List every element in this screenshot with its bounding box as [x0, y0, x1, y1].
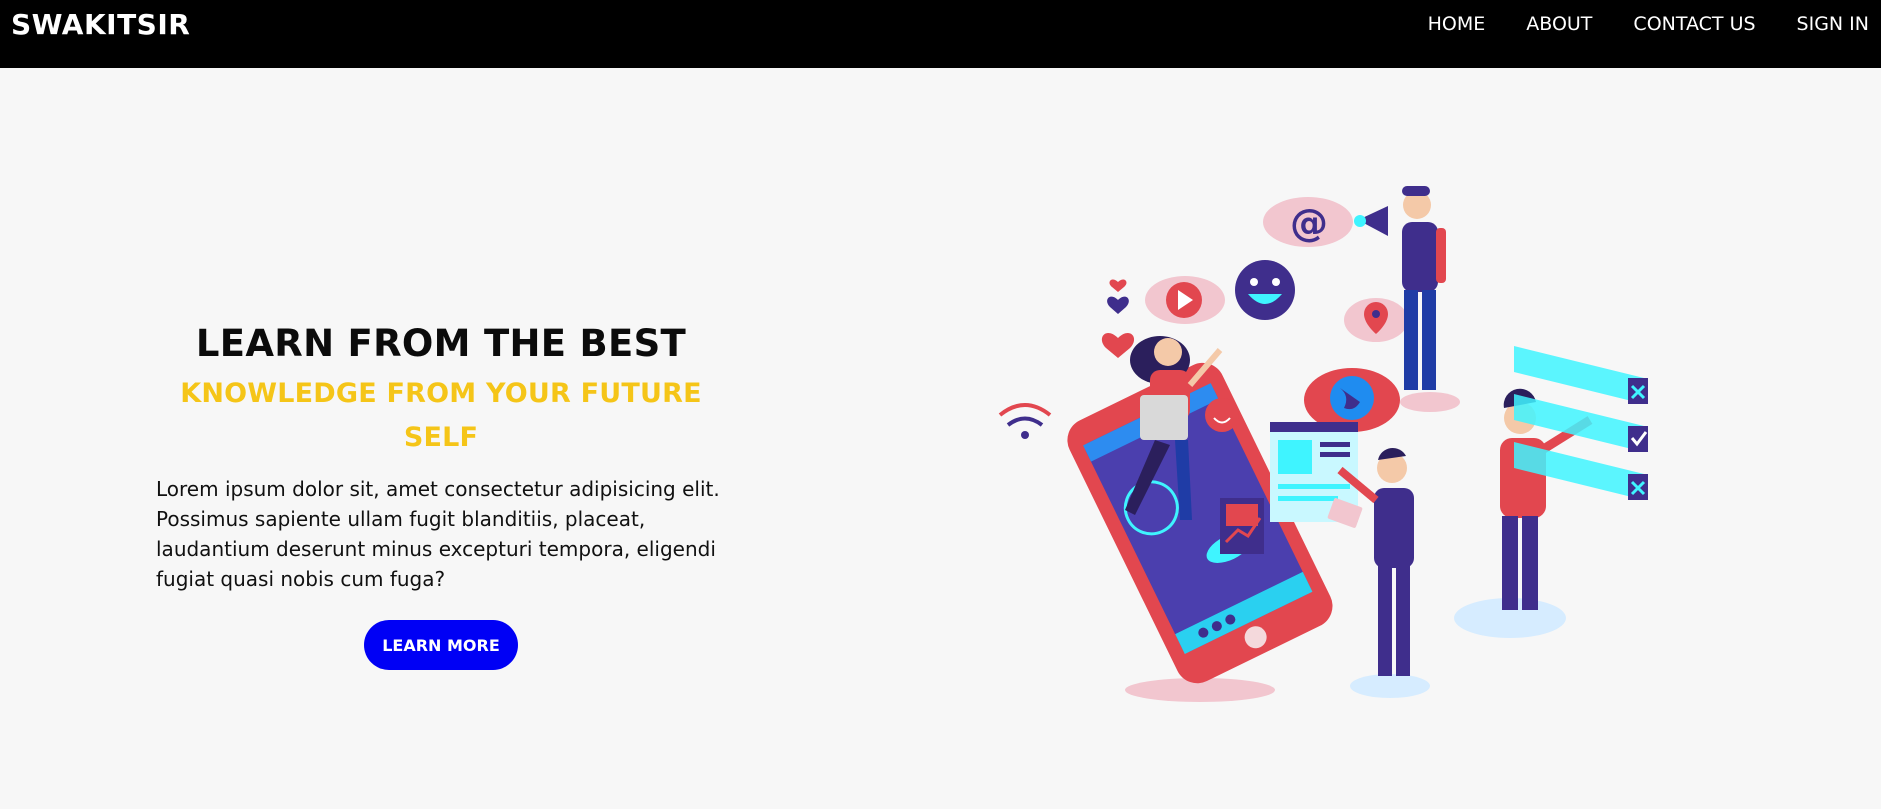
hero-title: LEARN FROM THE BEST — [195, 322, 687, 365]
heart-icon — [1109, 279, 1127, 292]
person-shadow-icon — [1400, 392, 1460, 412]
hero-section: LEARN FROM THE BEST KNOWLEDGE FROM YOUR … — [150, 318, 732, 670]
learn-more-button[interactable]: LEARN MORE — [364, 620, 518, 670]
heart-icon — [1107, 296, 1129, 314]
hero-subtitle: KNOWLEDGE FROM YOUR FUTURE SELF — [180, 378, 702, 453]
brand-logo[interactable]: SWAKITSIR — [11, 8, 190, 41]
analytics-icon — [1220, 498, 1264, 554]
heart-icon — [1101, 332, 1135, 358]
navbar: SWAKITSIR HOME ABOUT CONTACT US SIGN IN — [0, 0, 1881, 68]
nav-link-home[interactable]: HOME — [1428, 13, 1486, 35]
nav-link-contact-us[interactable]: CONTACT US — [1633, 13, 1755, 35]
wifi-icon — [998, 403, 1052, 439]
smartphone-icon — [1067, 362, 1333, 684]
digital-marketing-illustration: @ — [990, 180, 1670, 710]
hero-description: Lorem ipsum dolor sit, amet consectetur … — [156, 477, 720, 591]
emoji-icon — [1205, 398, 1239, 432]
location-pin-icon — [1344, 298, 1408, 342]
person-shadow-icon — [1350, 674, 1430, 698]
nav-link-sign-in[interactable]: SIGN IN — [1797, 13, 1869, 35]
email-at-icon: @ — [1263, 197, 1353, 247]
smiley-icon — [1235, 260, 1295, 320]
video-play-icon — [1145, 276, 1225, 324]
megaphone-man-icon — [1354, 186, 1446, 390]
nav-links: HOME ABOUT CONTACT US SIGN IN — [1428, 13, 1869, 35]
svg-text:@: @ — [1290, 201, 1328, 245]
nav-link-about[interactable]: ABOUT — [1526, 13, 1592, 35]
